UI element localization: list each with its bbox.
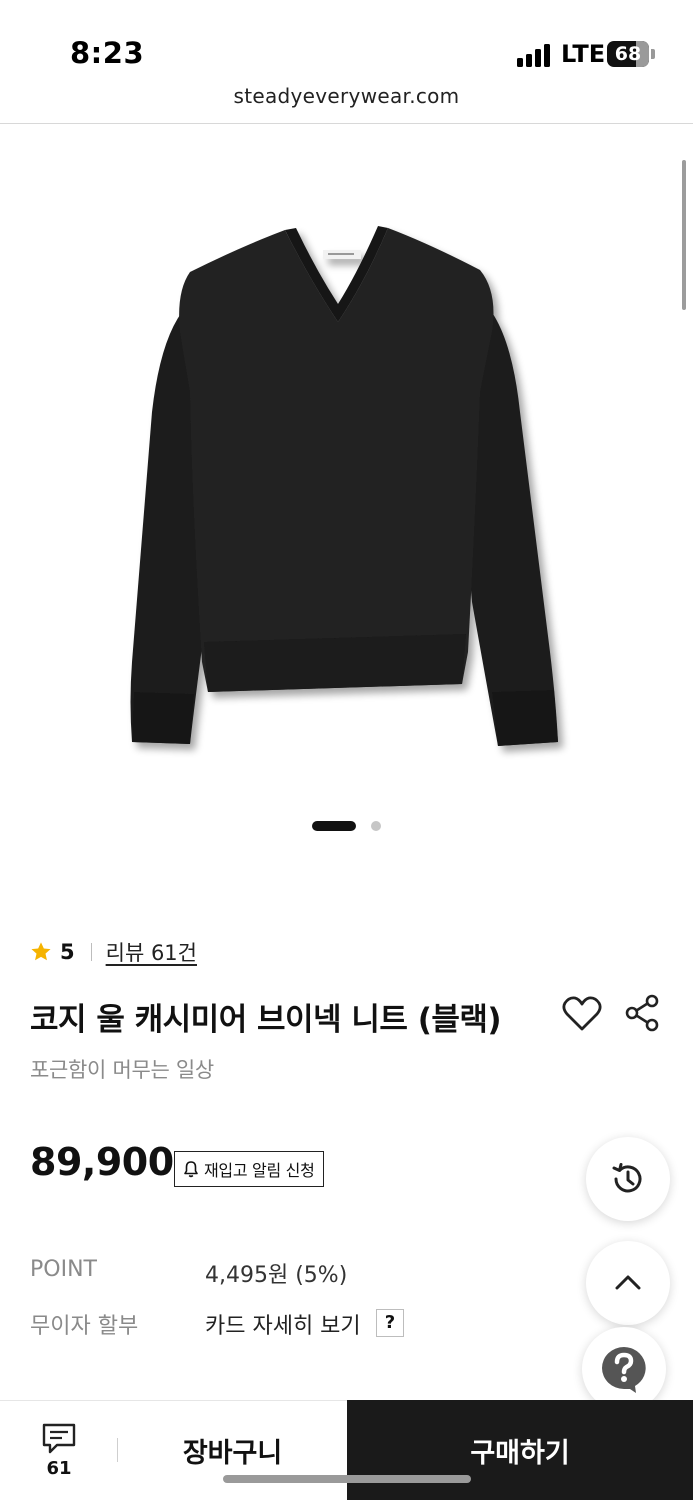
share-icon[interactable] [624, 994, 660, 1032]
network-type: LTE [561, 40, 606, 68]
carousel-dot[interactable] [371, 821, 381, 831]
divider [90, 943, 92, 961]
status-time: 8:23 [70, 36, 145, 70]
restock-alert-button[interactable]: 재입고 알림 신청 [174, 1151, 324, 1187]
chevron-up-icon [615, 1275, 641, 1290]
comment-icon [42, 1423, 76, 1454]
cellular-signal-icon [517, 43, 551, 67]
rating-value: 5 [60, 940, 75, 964]
carousel-dot-active[interactable] [312, 821, 356, 831]
history-icon [612, 1163, 642, 1193]
help-chat-button[interactable] [582, 1327, 666, 1411]
heart-icon[interactable] [561, 994, 603, 1034]
point-value: 4,495원 (5%) [205, 1263, 348, 1288]
comment-count: 61 [46, 1458, 72, 1479]
installment-label: 무이자 할부 [30, 1314, 139, 1339]
review-count-link[interactable]: 리뷰 61건 [106, 937, 197, 967]
product-price: 89,900 [30, 1140, 174, 1184]
battery-icon: 68 [607, 41, 655, 67]
buy-now-button[interactable]: 구매하기 [347, 1400, 693, 1500]
rating-row: 5 리뷰 61건 [30, 937, 197, 967]
card-details-link[interactable]: 카드 자세히 보기 [205, 1308, 361, 1340]
bell-icon [184, 1161, 198, 1178]
product-subtitle: 포근함이 머무는 일상 [30, 1058, 214, 1082]
url-bar[interactable]: steadyeverywear.com [0, 84, 693, 108]
star-icon [31, 942, 51, 961]
help-icon [602, 1347, 646, 1393]
status-bar: 8:23 LTE 68 [0, 0, 693, 80]
home-indicator[interactable] [223, 1475, 471, 1483]
product-image[interactable] [120, 222, 580, 762]
comment-button[interactable]: 61 [30, 1420, 88, 1482]
recent-history-button[interactable] [586, 1137, 670, 1221]
product-title: 코지 울 캐시미어 브이넥 니트 (블랙) [30, 1002, 502, 1038]
scrollbar[interactable] [682, 160, 686, 310]
battery-level: 68 [614, 43, 642, 65]
add-to-cart-button[interactable]: 장바구니 [118, 1400, 347, 1500]
scroll-top-button[interactable] [586, 1241, 670, 1325]
installment-help-button[interactable]: ? [376, 1309, 404, 1337]
point-label: POINT [30, 1257, 97, 1282]
restock-alert-label: 재입고 알림 신청 [204, 1161, 315, 1180]
